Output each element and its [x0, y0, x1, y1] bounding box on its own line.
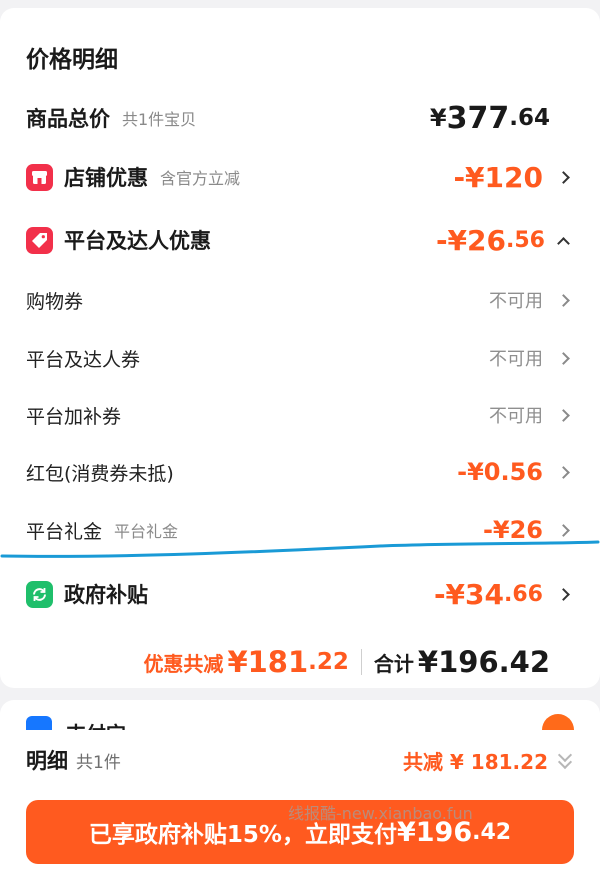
gov-subsidy-row[interactable]: 政府补贴 -¥34 .66 [0, 574, 600, 614]
store-icon [26, 163, 53, 191]
platform-discount-int: -¥26 [435, 223, 507, 257]
detail-toggle[interactable]: 明细 共1件 共减 ¥ 181.22 [0, 742, 600, 778]
pay-button-dec: .42 [472, 819, 512, 845]
total-dec: .64 [509, 105, 550, 131]
total-sub: 共1件宝贝 [122, 110, 197, 129]
item-value: 不可用 [489, 291, 543, 312]
gov-subsidy-label: 政府补贴 [64, 583, 148, 607]
store-discount-label: 店铺优惠 [64, 166, 148, 190]
platform-discount-dec: .56 [506, 227, 545, 253]
discount-total-int: ¥181 [227, 645, 309, 679]
chevron-right-icon [557, 293, 570, 307]
refresh-icon [26, 580, 53, 608]
store-discount-row[interactable]: 店铺优惠 含官方立减 -¥120 [0, 157, 600, 197]
detail-title: 明细 [26, 749, 68, 773]
total-symbol: ¥ [429, 104, 447, 132]
double-chevron-down-icon [556, 747, 574, 770]
platform-discount-label: 平台及达人优惠 [64, 229, 211, 253]
pay-button-prefix: 已享政府补贴15%，立即支付 [88, 822, 397, 848]
platform-discount-row[interactable]: 平台及达人优惠 -¥26 .56 [0, 220, 600, 260]
pay-button-int: ¥196 [396, 816, 473, 848]
chevron-right-icon [557, 351, 570, 365]
grand-total-label: 合计 [373, 651, 414, 676]
chevron-right-icon [557, 408, 570, 422]
total-int: 377 [446, 100, 510, 136]
chevron-up-icon [557, 236, 570, 250]
detail-count: 共1件 [76, 752, 121, 773]
grand-total-int: ¥196 [417, 645, 499, 679]
pay-button[interactable]: 已享政府补贴15%，立即支付 ¥196 .42 [26, 800, 574, 864]
grand-total-dec: .42 [498, 645, 550, 679]
annotation-underline [0, 540, 600, 558]
price-detail-card: 价格明细 商品总价 共1件宝贝 ¥ 377 .64 店铺优惠 含官方立减 -¥1… [0, 8, 600, 688]
item-label: 红包(消费券未抵) [26, 462, 174, 485]
list-item-platform-extra-coupon[interactable]: 平台加补券 不可用 [0, 395, 600, 435]
total-row: 商品总价 共1件宝贝 ¥ 377 .64 [0, 98, 600, 138]
chevron-right-icon [557, 587, 570, 601]
store-discount-sub: 含官方立减 [160, 169, 241, 188]
list-item-platform-coupon[interactable]: 平台及达人券 不可用 [0, 338, 600, 378]
item-label: 平台加补券 [26, 405, 122, 428]
detail-amount: 共减 ¥ 181.22 [402, 749, 548, 774]
item-label: 购物券 [26, 290, 84, 313]
list-item-red-packet[interactable]: 红包(消费券未抵) -¥0.56 [0, 452, 600, 492]
gov-subsidy-dec: .66 [504, 581, 543, 607]
list-item-shopping-coupon[interactable]: 购物券 不可用 [0, 280, 600, 320]
gov-subsidy-int: -¥34 [433, 577, 505, 611]
page-title: 价格明细 [26, 47, 118, 73]
chevron-right-icon [557, 170, 570, 184]
chevron-right-icon [557, 465, 570, 479]
item-value: -¥0.56 [457, 458, 543, 486]
price-summary: 优惠共减 ¥181 .22 合计 ¥196 .42 [143, 640, 550, 684]
item-value: 不可用 [489, 406, 543, 427]
checkout-bar: 明细 共1件 共减 ¥ 181.22 已享政府补贴15%，立即支付 ¥196 .… [0, 730, 600, 872]
total-label: 商品总价 [26, 107, 110, 131]
discount-total-dec: .22 [308, 649, 349, 675]
tag-icon [26, 226, 53, 254]
divider [360, 649, 362, 675]
store-discount-amount: -¥120 [453, 160, 543, 194]
discount-total-label: 优惠共减 [143, 651, 224, 676]
item-value: 不可用 [489, 349, 543, 370]
item-label: 平台及达人券 [26, 348, 141, 371]
